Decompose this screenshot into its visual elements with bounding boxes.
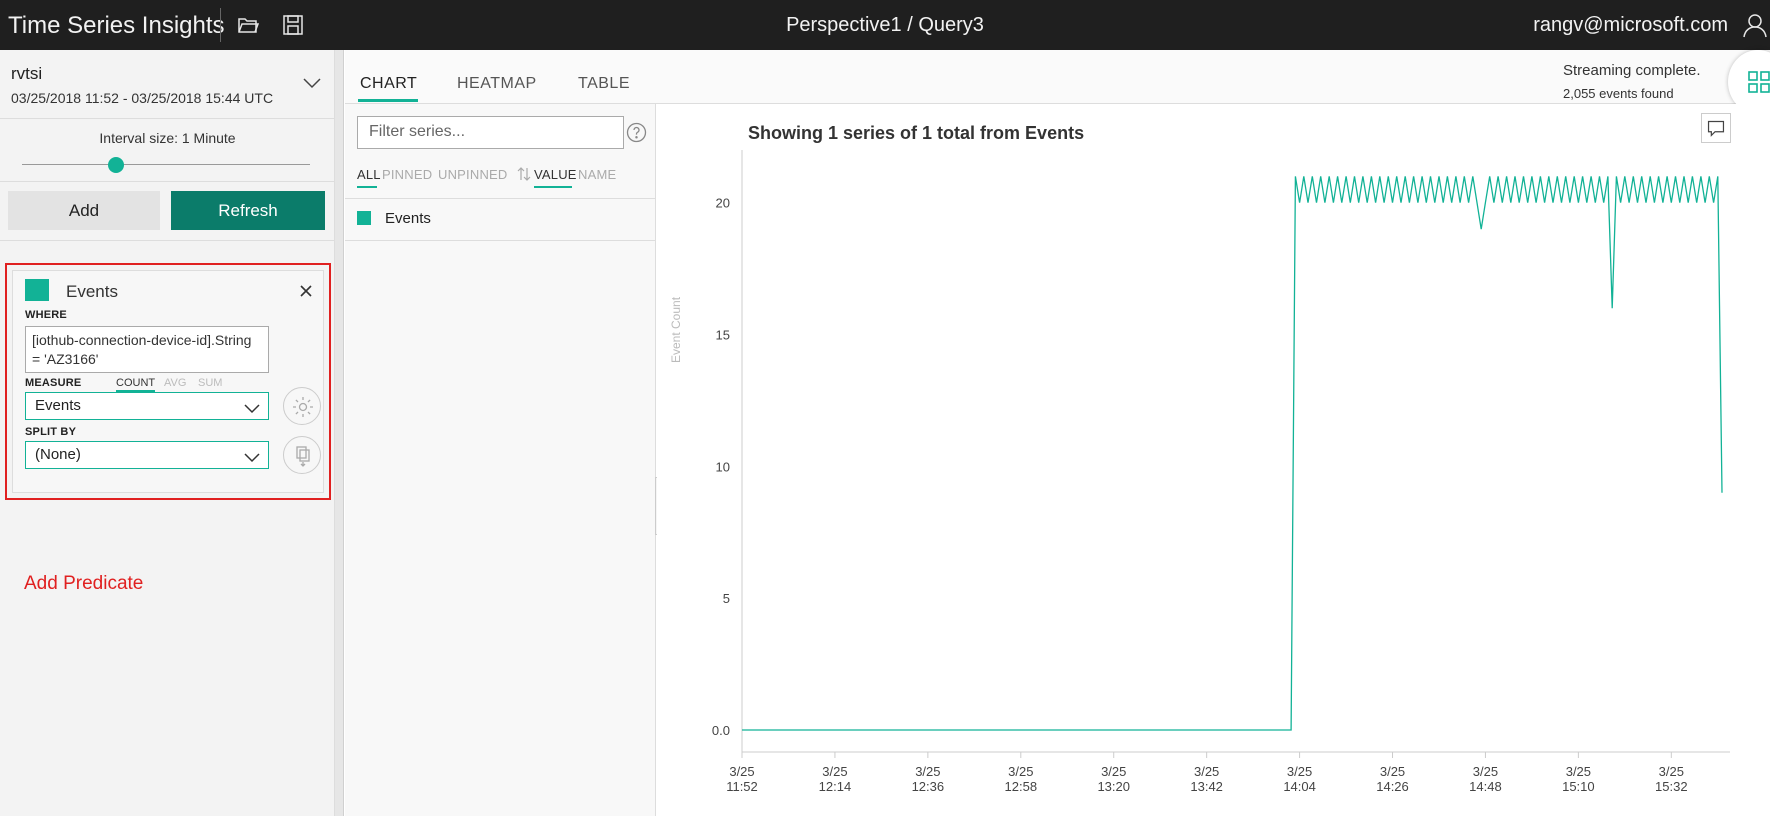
- sort-icon[interactable]: [517, 166, 531, 182]
- interval-slider-thumb[interactable]: [108, 157, 124, 173]
- where-label: WHERE: [25, 309, 67, 321]
- panel-splitter[interactable]: [335, 50, 344, 816]
- tab-heatmap[interactable]: HEATMAP: [457, 75, 537, 93]
- filter-unpinned[interactable]: UNPINNED: [438, 167, 508, 182]
- series-panel: Filter series... ALL PINNED UNPINNED VAL…: [345, 104, 656, 816]
- divider: [0, 181, 335, 182]
- divider: [0, 240, 335, 241]
- split-by-select-value: (None): [35, 446, 81, 463]
- query-highlight-box: Events WHERE [iothub-connection-device-i…: [5, 263, 331, 500]
- measure-label: MEASURE: [25, 377, 82, 389]
- grid-icon: [1748, 71, 1770, 93]
- active-tab-indicator: [358, 99, 418, 102]
- comment-icon[interactable]: [1701, 113, 1731, 143]
- tab-chart[interactable]: CHART: [360, 75, 417, 93]
- divider: [345, 240, 656, 241]
- environment-name[interactable]: rvtsi: [11, 64, 42, 84]
- sort-value[interactable]: VALUE: [534, 167, 577, 182]
- chart-title: Showing 1 series of 1 total from Events: [748, 123, 1085, 143]
- user-avatar-icon[interactable]: [1742, 12, 1768, 38]
- streaming-status: Streaming complete.: [1563, 62, 1701, 79]
- series-name: Events: [385, 210, 431, 227]
- filter-series-input[interactable]: Filter series...: [357, 116, 624, 149]
- series-list-item[interactable]: Events: [357, 204, 647, 232]
- filter-all[interactable]: ALL: [357, 167, 381, 182]
- query-title: Events: [66, 282, 118, 301]
- close-icon[interactable]: [299, 284, 313, 298]
- query-panel: rvtsi 03/25/2018 11:52 - 03/25/2018 15:4…: [0, 50, 335, 816]
- sort-value-indicator: [534, 186, 572, 188]
- time-range[interactable]: 03/25/2018 11:52 - 03/25/2018 15:44 UTC: [11, 90, 273, 106]
- split-by-select[interactable]: (None): [25, 441, 269, 469]
- interval-size-label: Interval size: 1 Minute: [99, 130, 236, 146]
- series-color-swatch[interactable]: [25, 279, 49, 301]
- sort-name[interactable]: NAME: [578, 167, 616, 182]
- divider: [345, 198, 656, 199]
- aggregation-sum[interactable]: SUM: [198, 377, 222, 389]
- measure-settings-button[interactable]: [283, 387, 321, 425]
- filter-all-indicator: [357, 186, 377, 188]
- gear-icon: [293, 397, 313, 417]
- aggregation-count[interactable]: COUNT: [116, 377, 156, 392]
- add-button[interactable]: Add: [8, 191, 160, 230]
- series-color-swatch: [357, 211, 371, 225]
- events-found: 2,055 events found: [1563, 86, 1674, 101]
- top-bar: Time Series Insights Perspective1 / Quer…: [0, 0, 1770, 50]
- interval-slider-track[interactable]: [22, 164, 310, 165]
- duplicate-query-button[interactable]: [283, 436, 321, 474]
- measure-select-value: Events: [35, 397, 81, 414]
- aggregation-avg[interactable]: AVG: [164, 377, 186, 389]
- copy-icon: [296, 446, 310, 467]
- help-icon[interactable]: [626, 122, 647, 143]
- y-axis-label: Event Count: [669, 296, 683, 363]
- add-predicate-annotation: Add Predicate: [24, 573, 144, 594]
- chart-area: [657, 104, 1770, 816]
- chevron-down-icon: [244, 450, 260, 463]
- breadcrumb: Perspective1 / Query3: [786, 14, 984, 36]
- divider: [0, 118, 335, 119]
- measure-select[interactable]: Events: [25, 392, 269, 420]
- chevron-down-icon: [244, 401, 260, 414]
- user-email[interactable]: rangv@microsoft.com: [1533, 14, 1728, 37]
- view-tabs-bar: [345, 50, 1770, 104]
- tab-table[interactable]: TABLE: [578, 75, 630, 93]
- split-by-label: SPLIT BY: [25, 426, 77, 438]
- query-card: Events WHERE [iothub-connection-device-i…: [12, 270, 324, 493]
- refresh-button[interactable]: Refresh: [171, 191, 325, 230]
- chevron-down-icon[interactable]: [302, 76, 322, 90]
- where-input[interactable]: [iothub-connection-device-id].String = '…: [25, 326, 269, 373]
- filter-pinned[interactable]: PINNED: [382, 167, 432, 182]
